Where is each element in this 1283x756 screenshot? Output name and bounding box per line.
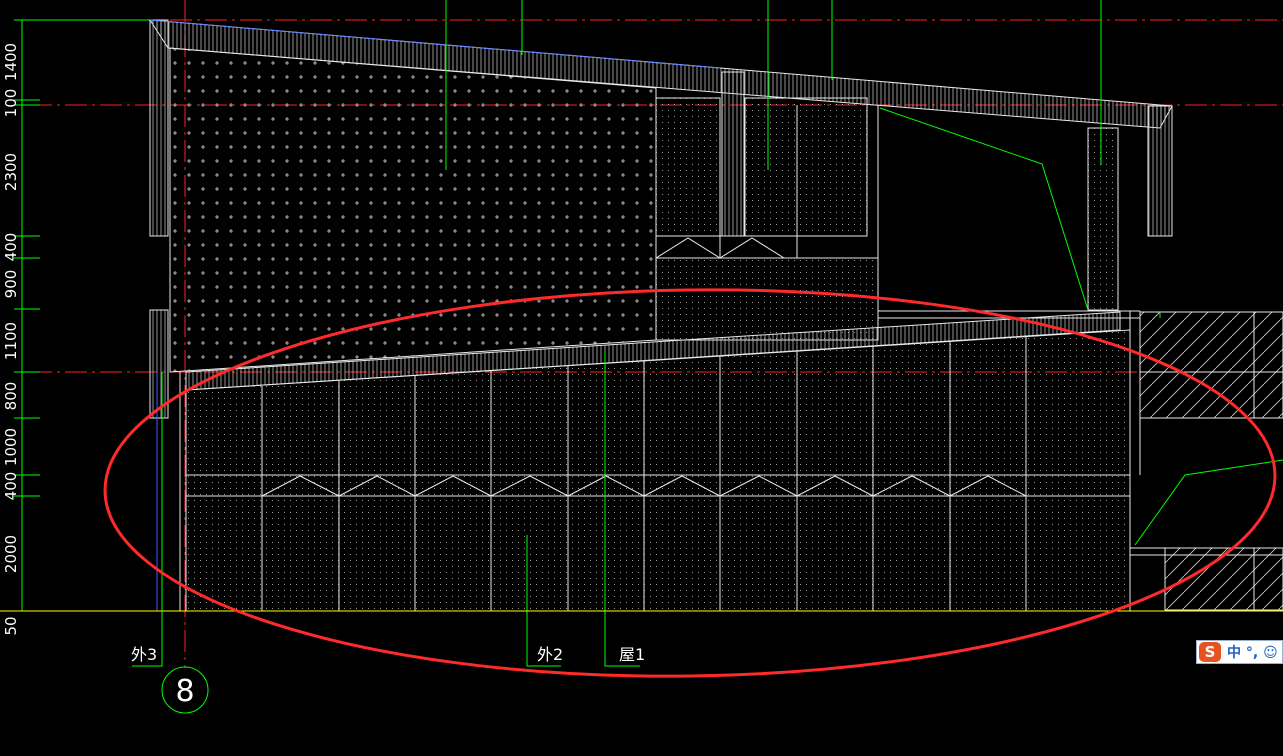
dim-label-10: 2000 (2, 535, 20, 573)
sogou-logo-icon[interactable]: S (1199, 642, 1221, 662)
dim-label-2: 100 (2, 89, 20, 118)
dim-label-6: 1100 (2, 322, 20, 360)
dim-label-11: 50 (2, 616, 20, 635)
callout-wai2: 外2 (537, 645, 563, 664)
dim-label-4: 400 (2, 233, 20, 262)
ime-status-text[interactable]: 中 °, ☺ (1227, 642, 1278, 662)
dim-label-1: 1400 (2, 43, 20, 81)
callout-wu1: 屋1 (619, 645, 645, 664)
dim-label-8: 1000 (2, 428, 20, 466)
dimension-chain (14, 19, 150, 612)
dim-label-5: 900 (2, 270, 20, 299)
cad-drawing-canvas[interactable]: 1400 100 2300 400 900 1100 800 1000 400 … (0, 0, 1283, 756)
dimension-labels: 1400 100 2300 400 900 1100 800 1000 400 … (2, 43, 20, 636)
axis-label: 8 (175, 674, 194, 709)
dim-label-9: 400 (2, 472, 20, 501)
callout-wai3: 外3 (131, 645, 157, 664)
ime-status-bar[interactable]: S 中 °, ☺ (1196, 640, 1283, 664)
dim-label-3: 2300 (2, 153, 20, 191)
dim-label-7: 800 (2, 382, 20, 411)
